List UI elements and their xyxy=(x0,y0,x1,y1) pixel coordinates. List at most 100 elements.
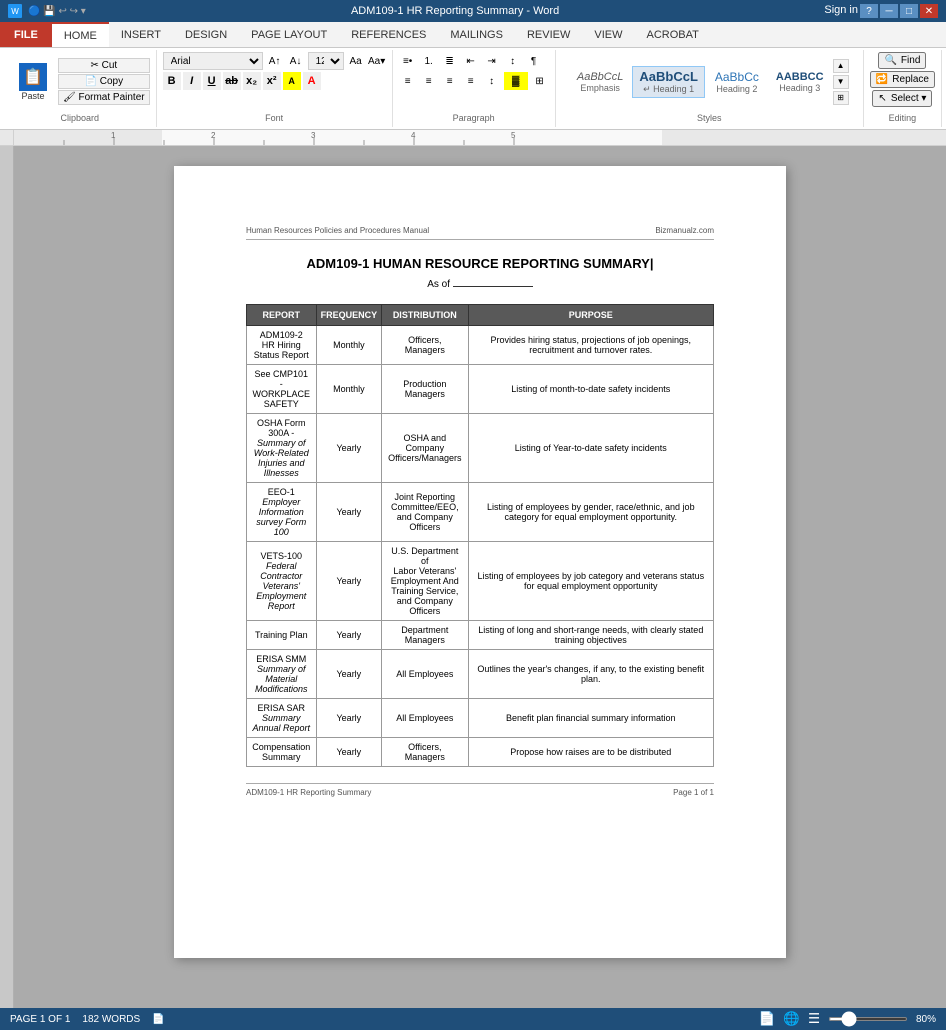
ruler-main: 1 2 3 4 5 xyxy=(14,130,946,145)
multilevel-list-button[interactable]: ≣ xyxy=(441,52,459,70)
table-row: Training Plan Yearly DepartmentManagers … xyxy=(247,621,714,650)
purpose-cell: Propose how raises are to be distributed xyxy=(468,738,713,767)
paragraph-row-1: ≡• 1. ≣ ⇤ ⇥ ↕ ¶ xyxy=(399,52,543,70)
find-button[interactable]: 🔍 Find xyxy=(878,52,926,69)
purpose-cell: Listing of employees by job category and… xyxy=(468,542,713,621)
borders-button[interactable]: ⊞ xyxy=(531,72,549,90)
style-emphasis[interactable]: AaBbCcL Emphasis xyxy=(570,68,630,96)
view-mode-web[interactable]: 🌐 xyxy=(783,1011,800,1027)
style-heading2[interactable]: AaBbCc Heading 2 xyxy=(707,67,767,97)
svg-text:1: 1 xyxy=(111,131,116,140)
font-size-up[interactable]: A↑ xyxy=(266,52,284,70)
frequency-cell: Yearly xyxy=(316,699,382,738)
styles-expand[interactable]: ⊞ xyxy=(833,91,849,105)
tab-acrobat[interactable]: ACROBAT xyxy=(634,22,710,47)
emphasis-preview: AaBbCcL xyxy=(577,71,623,83)
show-marks-button[interactable]: ¶ xyxy=(525,52,543,70)
subscript-button[interactable]: x₂ xyxy=(243,72,261,90)
change-case-button[interactable]: Aa▾ xyxy=(368,52,386,70)
distribution-cell: OSHA andCompanyOfficers/Managers xyxy=(382,414,468,483)
font-size-down[interactable]: A↓ xyxy=(287,52,305,70)
editing-content: 🔍 Find 🔁 Replace ↖ Select ▾ xyxy=(870,52,935,111)
sign-in[interactable]: Sign in xyxy=(824,4,858,18)
tab-mailings[interactable]: MAILINGS xyxy=(438,22,515,47)
tab-insert[interactable]: INSERT xyxy=(109,22,173,47)
styles-scroll-up[interactable]: ▲ xyxy=(833,59,849,73)
underline-button[interactable]: U xyxy=(203,72,221,90)
tab-review[interactable]: REVIEW xyxy=(515,22,582,47)
cut-button[interactable]: ✂ Cut xyxy=(58,58,150,73)
increase-indent-button[interactable]: ⇥ xyxy=(483,52,501,70)
distribution-cell: Officers, Managers xyxy=(382,326,468,365)
close-button[interactable]: ✕ xyxy=(920,4,938,18)
font-name-select[interactable]: Arial xyxy=(163,52,263,70)
font-row-1: Arial A↑ A↓ 12 Aa Aa▾ xyxy=(163,52,386,70)
distribution-cell: ProductionManagers xyxy=(382,365,468,414)
page-footer: ADM109-1 HR Reporting Summary Page 1 of … xyxy=(246,783,714,797)
report-cell: CompensationSummary xyxy=(247,738,317,767)
frequency-cell: Yearly xyxy=(316,650,382,699)
tab-design[interactable]: DESIGN xyxy=(173,22,239,47)
font-color-button[interactable]: A xyxy=(303,72,321,90)
align-center-button[interactable]: ≡ xyxy=(420,72,438,90)
clear-format-button[interactable]: Aa xyxy=(347,52,365,70)
bold-button[interactable]: B xyxy=(163,72,181,90)
view-mode-print[interactable]: 📄 xyxy=(759,1011,776,1027)
superscript-button[interactable]: x² xyxy=(263,72,281,90)
heading2-label: Heading 2 xyxy=(716,84,757,94)
frequency-cell: Yearly xyxy=(316,621,382,650)
heading3-label: Heading 3 xyxy=(779,83,820,93)
align-left-button[interactable]: ≡ xyxy=(399,72,417,90)
format-painter-button[interactable]: 🖌 Format Painter xyxy=(58,90,150,105)
editing-label: Editing xyxy=(885,111,921,125)
doc-scroll[interactable]: Human Resources Policies and Procedures … xyxy=(14,146,946,1008)
minimize-button[interactable]: ─ xyxy=(880,4,898,18)
styles-scroll-down[interactable]: ▼ xyxy=(833,75,849,89)
doc-title[interactable]: ADM109-1 HUMAN RESOURCE REPORTING SUMMAR… xyxy=(246,256,714,271)
paste-button[interactable]: 📋 Paste xyxy=(10,58,56,106)
tab-home[interactable]: HOME xyxy=(52,22,109,47)
frequency-cell: Monthly xyxy=(316,365,382,414)
ribbon-tabs: FILE HOME INSERT DESIGN PAGE LAYOUT REFE… xyxy=(0,22,946,48)
word-icon: W xyxy=(8,4,22,18)
style-heading1[interactable]: AaBbCcL ↵ Heading 1 xyxy=(632,66,705,98)
title-bar-left: W 🔵 💾 ↩ ↪ ▾ xyxy=(8,4,86,18)
style-heading3[interactable]: AABBCC Heading 3 xyxy=(769,68,831,96)
font-size-select[interactable]: 12 xyxy=(308,52,344,70)
align-right-button[interactable]: ≡ xyxy=(441,72,459,90)
status-bar: PAGE 1 OF 1 182 WORDS 📄 📄 🌐 ☰ 80% xyxy=(0,1008,946,1030)
tab-view[interactable]: VIEW xyxy=(582,22,634,47)
text-highlight-button[interactable]: A xyxy=(283,72,301,90)
copy-button[interactable]: 📄 Copy xyxy=(58,74,150,89)
tab-file[interactable]: FILE xyxy=(0,22,52,47)
tab-pagelayout[interactable]: PAGE LAYOUT xyxy=(239,22,339,47)
decrease-indent-button[interactable]: ⇤ xyxy=(462,52,480,70)
strikethrough-button[interactable]: ab xyxy=(223,72,241,90)
distribution-cell: All Employees xyxy=(382,699,468,738)
clipboard-group: 📋 Paste ✂ Cut 📄 Copy 🖌 Format Painter Cl… xyxy=(4,50,157,127)
view-mode-outline[interactable]: ☰ xyxy=(808,1011,820,1027)
table-header-row: REPORT FREQUENCY DISTRIBUTION PURPOSE xyxy=(247,305,714,326)
col-purpose: PURPOSE xyxy=(468,305,713,326)
italic-button[interactable]: I xyxy=(183,72,201,90)
line-spacing-button[interactable]: ↕ xyxy=(483,72,501,90)
clipboard-content: 📋 Paste ✂ Cut 📄 Copy 🖌 Format Painter xyxy=(10,52,150,111)
help-button[interactable]: ? xyxy=(860,4,878,18)
maximize-button[interactable]: □ xyxy=(900,4,918,18)
sort-button[interactable]: ↕ xyxy=(504,52,522,70)
bullets-button[interactable]: ≡• xyxy=(399,52,417,70)
font-group: Arial A↑ A↓ 12 Aa Aa▾ B I U ab x₂ x² A A xyxy=(157,50,393,127)
tab-references[interactable]: REFERENCES xyxy=(339,22,438,47)
select-button[interactable]: ↖ Select ▾ xyxy=(872,90,932,107)
shading-button[interactable]: ▓ xyxy=(504,72,528,90)
numbering-button[interactable]: 1. xyxy=(420,52,438,70)
ribbon-content: 📋 Paste ✂ Cut 📄 Copy 🖌 Format Painter Cl… xyxy=(0,48,946,130)
report-cell: ADM109-2HR HiringStatus Report xyxy=(247,326,317,365)
report-cell: See CMP101 -WORKPLACESAFETY xyxy=(247,365,317,414)
justify-button[interactable]: ≡ xyxy=(462,72,480,90)
layout-icon[interactable]: 📄 xyxy=(152,1014,164,1025)
replace-button[interactable]: 🔁 Replace xyxy=(870,71,935,88)
zoom-slider[interactable] xyxy=(828,1017,908,1021)
report-cell: EEO-1EmployerInformationsurvey Form100 xyxy=(247,483,317,542)
page-info: PAGE 1 OF 1 xyxy=(10,1014,70,1025)
